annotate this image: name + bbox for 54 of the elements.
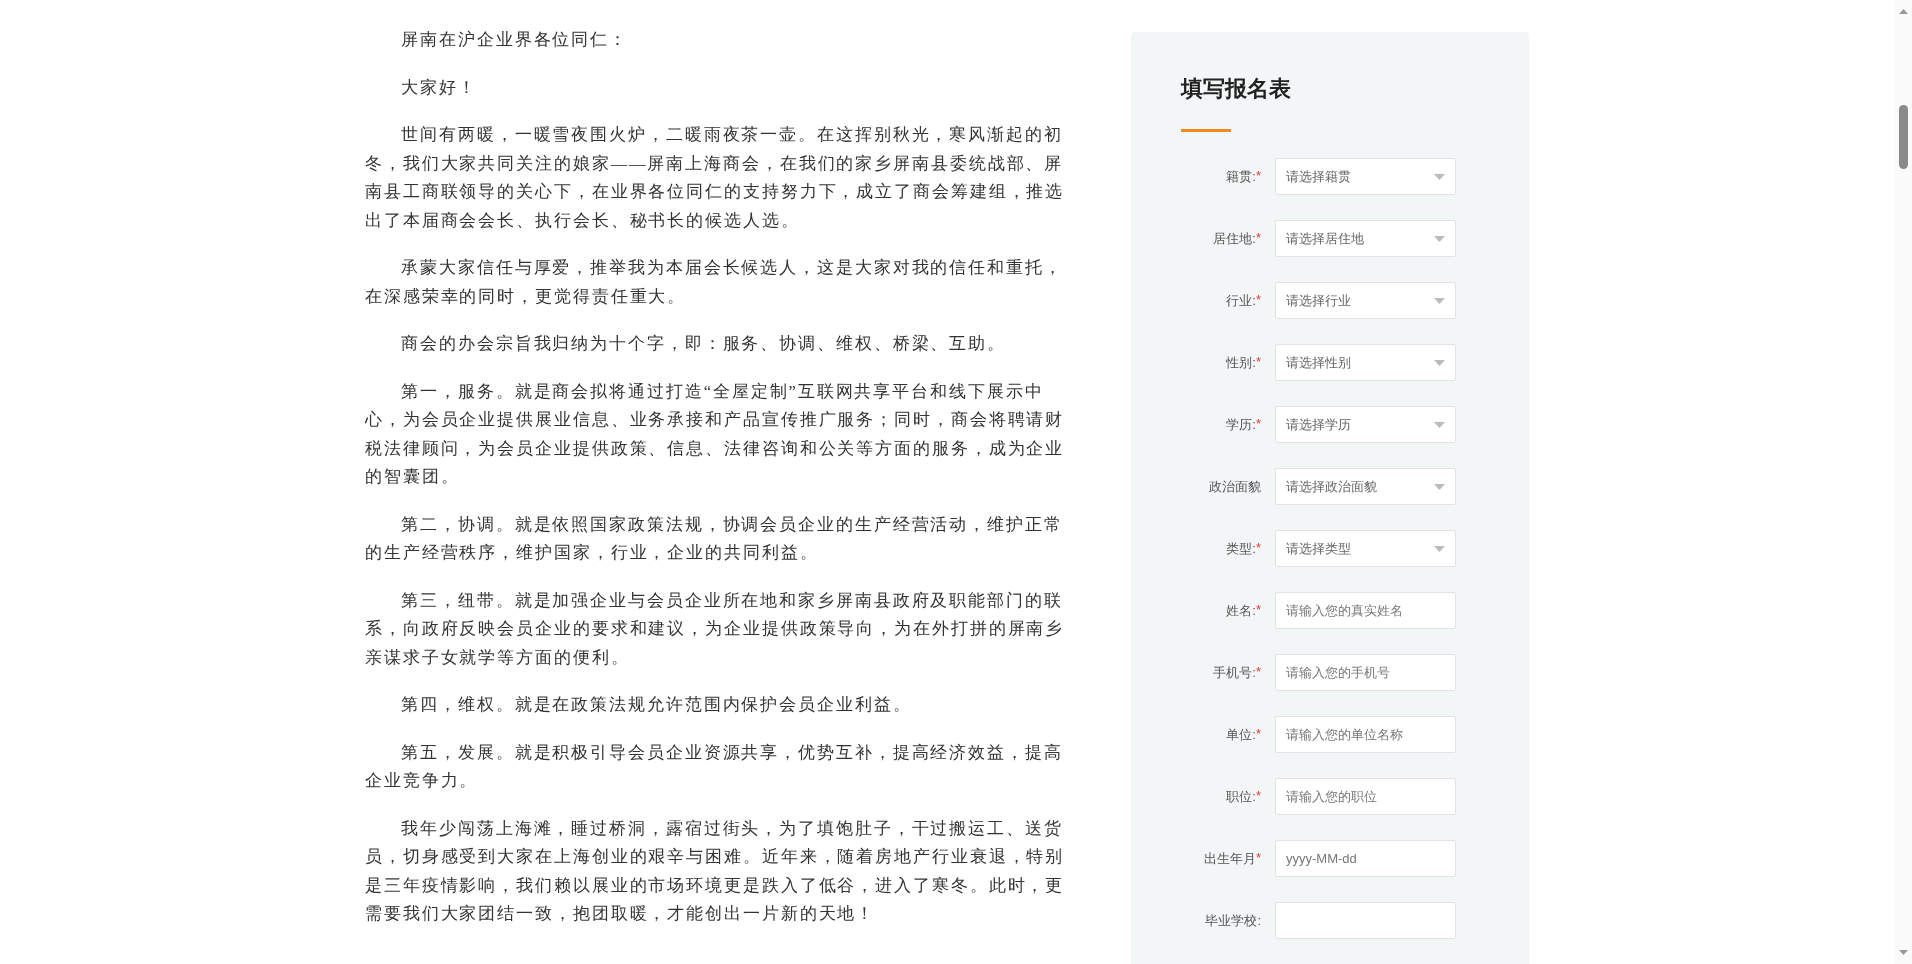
article-paragraph: 第一，服务。就是商会拟将通过打造“全屋定制”互联网共享平台和线下展示中心，为会员企业提供展业信息、业务承接和产品宣传推广服务；同时，商会将聘请财税法律顾问，为会员企业提供政策、信息、法律咨询和公关等方面的服务，成为企业的智囊团。 — [365, 380, 1066, 488]
form-title: 填写报名表 — [1181, 75, 1292, 103]
input-field[interactable]: 请输入您的手机号 — [1275, 654, 1456, 691]
field-label: 行业: — [1226, 291, 1256, 310]
required-mark: * — [1255, 663, 1261, 681]
required-mark: * — [1255, 167, 1261, 185]
article-paragraph: 第五，发展。就是积极引导会员企业资源共享，优势互补，提高经济效益，提高企业竞争力。 — [365, 741, 1064, 792]
field-label: 居住地: — [1213, 229, 1256, 248]
caret-icon — [1434, 421, 1445, 428]
select-field[interactable]: 请选择性别 — [1275, 344, 1456, 381]
required-mark: * — [1255, 291, 1261, 309]
field-label: 姓名: — [1226, 601, 1256, 620]
input-field[interactable]: 请输入您的真实姓名 — [1275, 592, 1456, 629]
caret-icon — [1434, 235, 1445, 242]
field-label: 性别: — [1226, 353, 1256, 372]
select-field[interactable]: 请选择学历 — [1275, 406, 1456, 443]
article-paragraph: 商会的办会宗旨我归纳为十个字，即：服务、协调、维权、桥梁、互助。 — [400, 333, 1008, 355]
field-label: 籍贯: — [1226, 167, 1256, 186]
field-label: 类型: — [1226, 539, 1256, 558]
select-field[interactable]: 请选择籍贯 — [1275, 158, 1456, 195]
select-field[interactable]: 请选择政治面貌 — [1275, 468, 1456, 505]
field-label: 毕业学校: — [1205, 911, 1261, 930]
required-mark: * — [1255, 849, 1261, 867]
article-paragraph: 承蒙大家信任与厚爱，推举我为本届会长候选人，这是大家对我的信任和重托，在深感荣幸的同时，更觉得责任重大。 — [365, 257, 1064, 308]
caret-icon — [1434, 173, 1445, 180]
field-label: 手机号: — [1213, 663, 1256, 682]
scrollbar[interactable] — [1895, 0, 1912, 964]
required-mark: * — [1255, 229, 1261, 247]
field-label: 单位: — [1226, 725, 1256, 744]
field-label: 政治面貌 — [1209, 477, 1261, 496]
required-mark: * — [1255, 787, 1261, 805]
field-label: 出生年月 — [1203, 849, 1256, 868]
article-paragraph: 我年少闯荡上海滩，睡过桥洞，露宿过街头，为了填饱肚子，干过搬运工、送货员，切身感受到大家在上海创业的艰辛与困难。近年来，随着房地产行业衰退，特别是三年疫情影响，我们赖以展业的市场环境更是跌入了低谷，进入了寒冬。此时，更需要我们大家团结一致，抱团取暖，才能创出一片新的天地！ — [365, 817, 1066, 925]
select-field[interactable]: 请选择行业 — [1275, 282, 1456, 319]
required-mark: * — [1255, 725, 1261, 743]
caret-icon — [1434, 297, 1445, 304]
caret-icon — [1434, 359, 1445, 366]
article-paragraph: 第四，维权。就是在政策法规允许范围内保护会员企业利益。 — [400, 694, 913, 716]
input-field[interactable]: 请输入您的职位 — [1275, 778, 1456, 815]
caret-icon — [1434, 483, 1445, 490]
field-label: 职位: — [1226, 787, 1256, 806]
select-field[interactable]: 请选择类型 — [1275, 530, 1456, 567]
select-field[interactable]: 请选择居住地 — [1275, 220, 1456, 257]
article-paragraph: 世间有两暖，一暖雪夜围火炉，二暖雨夜茶一壶。在这挥别秋光，寒风渐起的初冬，我们大家共同关注的娘家——屏南上海商会，在我们的家乡屏南县委统战部、屏南县工商联领导的关心下，在业界各位同仁的支持努力下，成立了商会筹建组，推选出了本届商会会长、执行会长、秘书长的候选人选。 — [365, 124, 1066, 232]
field-label: 学历: — [1226, 415, 1256, 434]
article-paragraph: 第二，协调。就是依照国家政策法规，协调会员企业的生产经营活动，维护正常的生产经营秩序，维护国家，行业，企业的共同利益。 — [365, 513, 1064, 564]
input-field[interactable]: 请输入您的单位名称 — [1275, 716, 1456, 753]
date-field[interactable]: yyyy-MM-dd — [1275, 840, 1456, 877]
title-underline — [1181, 129, 1231, 132]
caret-icon — [1434, 545, 1445, 552]
article-paragraph: 第三，纽带。就是加强企业与会员企业所在地和家乡屏南县政府及职能部门的联系，向政府反映会员企业的要求和建议，为企业提供政策导向，为在外打拼的屏南乡亲谋求子女就学等方面的便利。 — [365, 589, 1066, 669]
article-paragraph: 大家好！ — [400, 76, 478, 99]
input-field[interactable] — [1275, 902, 1456, 939]
article-paragraph: 屏南在沪企业界各位同仁： — [400, 29, 630, 51]
